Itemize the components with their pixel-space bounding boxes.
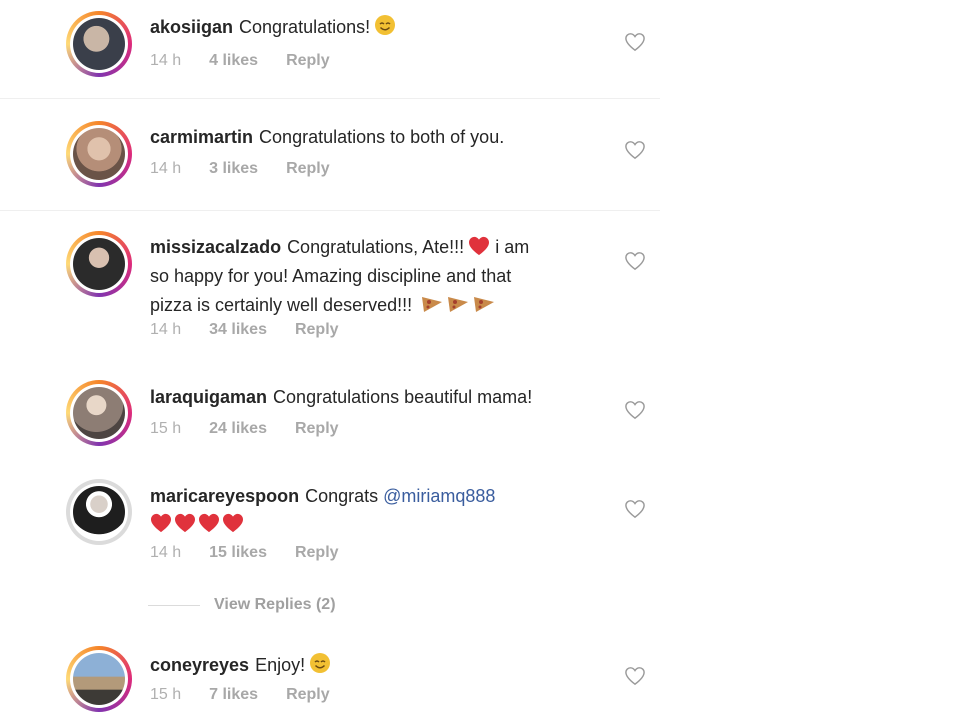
- avatar[interactable]: [66, 646, 132, 712]
- comment-meta: 14 h 34 likes Reply: [150, 321, 367, 339]
- like-heart-icon[interactable]: [624, 499, 646, 519]
- smiling-face-icon: [375, 15, 396, 35]
- smiling-face-icon: [310, 653, 331, 673]
- red-heart-icon: [223, 513, 243, 533]
- like-heart-icon[interactable]: [624, 251, 646, 271]
- like-heart-icon[interactable]: [624, 140, 646, 160]
- comment-time: 15 h: [150, 420, 182, 437]
- divider: [0, 98, 660, 99]
- reply-button[interactable]: Reply: [295, 420, 339, 438]
- like-heart-icon[interactable]: [624, 666, 646, 686]
- likes-count[interactable]: 7 likes: [209, 686, 258, 704]
- view-replies-label: View Replies (2): [214, 596, 336, 613]
- username-link[interactable]: carmimartin: [150, 127, 253, 147]
- comment-time: 15 h: [150, 686, 182, 703]
- replies-line: [148, 604, 200, 606]
- avatar[interactable]: [66, 11, 132, 77]
- pizza-icon: [422, 297, 443, 312]
- comment-body-line2: so happy for you! Amazing discipline and…: [150, 266, 512, 286]
- likes-count[interactable]: 24 likes: [209, 420, 267, 438]
- red-heart-icon: [175, 513, 195, 533]
- comment-time: 14 h: [150, 52, 182, 69]
- comment-text: coneyreyes Enjoy!: [150, 652, 600, 679]
- reply-button[interactable]: Reply: [286, 160, 330, 178]
- comment-body: Enjoy!: [255, 655, 306, 675]
- avatar[interactable]: [66, 231, 132, 297]
- mention-link[interactable]: @miriamq888: [383, 486, 495, 506]
- reply-button[interactable]: Reply: [286, 686, 330, 704]
- likes-count[interactable]: 4 likes: [209, 52, 258, 70]
- red-heart-icon: [151, 513, 171, 533]
- username-link[interactable]: missizacalzado: [150, 237, 281, 257]
- view-replies-button[interactable]: View Replies (2): [148, 596, 336, 614]
- avatar[interactable]: [66, 380, 132, 446]
- pizza-icon: [474, 297, 495, 312]
- likes-count[interactable]: 3 likes: [209, 160, 258, 178]
- comment-body: Congrats: [305, 486, 379, 506]
- comment-time: 14 h: [150, 160, 182, 177]
- likes-count[interactable]: 15 likes: [209, 544, 267, 562]
- like-heart-icon[interactable]: [624, 400, 646, 420]
- comments-panel: akosiigan Congratulations! 14 h 4 likes Rep…: [0, 0, 960, 720]
- avatar[interactable]: [66, 121, 132, 187]
- comment-text: laraquigaman Congratulations beautiful ma…: [150, 384, 600, 411]
- comment-meta: 14 h 15 likes Reply: [150, 544, 367, 562]
- comment-body: Congratulations!: [239, 17, 371, 37]
- comment-meta: 15 h 7 likes Reply: [150, 686, 358, 704]
- username-link[interactable]: coneyreyes: [150, 655, 249, 675]
- comment-text: akosiigan Congratulations!: [150, 14, 600, 41]
- username-link[interactable]: akosiigan: [150, 17, 233, 37]
- comment-meta: 14 h 3 likes Reply: [150, 160, 358, 178]
- reply-button[interactable]: Reply: [286, 52, 330, 70]
- username-link[interactable]: maricareyespoon: [150, 486, 299, 506]
- comment-text: maricareyespoon Congrats @miriamq888: [150, 482, 600, 538]
- red-heart-icon: [199, 513, 219, 533]
- pizza-icon: [448, 297, 469, 312]
- red-heart-icon: [469, 236, 490, 256]
- likes-count[interactable]: 34 likes: [209, 321, 267, 339]
- divider: [0, 210, 660, 211]
- username-link[interactable]: laraquigaman: [150, 387, 267, 407]
- comment-body-line3: pizza is certainly well deserved!!!: [150, 295, 413, 315]
- hearts-row: [150, 510, 244, 538]
- comment-time: 14 h: [150, 544, 182, 561]
- comment-body-line1b: i am: [495, 237, 530, 257]
- comment-text: carmimartin Congratulations to both of yo…: [150, 124, 600, 151]
- like-heart-icon[interactable]: [624, 32, 646, 52]
- reply-button[interactable]: Reply: [295, 321, 339, 339]
- comment-body: Congratulations beautiful mama!: [273, 387, 533, 407]
- reply-button[interactable]: Reply: [295, 544, 339, 562]
- comment-body-line1: Congratulations, Ate!!!: [287, 237, 465, 257]
- comment-meta: 15 h 24 likes Reply: [150, 420, 367, 438]
- comment-body: Congratulations to both of you.: [259, 127, 505, 147]
- comment-meta: 14 h 4 likes Reply: [150, 52, 358, 70]
- comment-time: 14 h: [150, 321, 182, 338]
- comment-text: missizacalzado Congratulations, Ate!!! i …: [150, 233, 600, 320]
- avatar[interactable]: [66, 479, 132, 545]
